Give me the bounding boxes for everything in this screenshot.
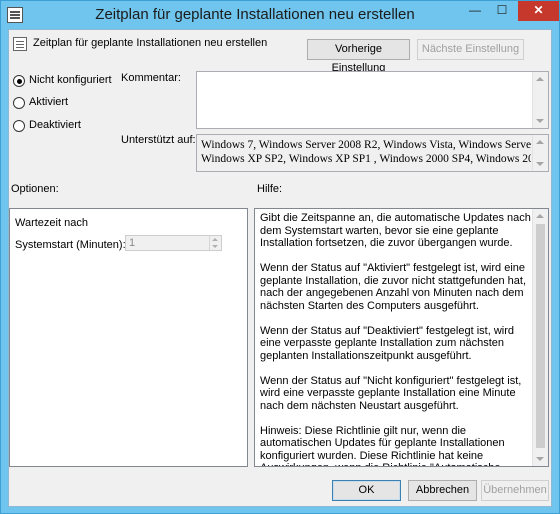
help-label: Hilfe: [257,183,283,195]
supported-scrollbar[interactable] [532,135,548,171]
policy-icon [7,7,23,23]
scroll-down-icon[interactable] [536,162,544,166]
title-bar[interactable]: Zeitplan für geplante Installationen neu… [1,1,559,29]
chevron-up-icon [212,238,218,241]
help-paragraph: Gibt die Zeitspanne an, die automatische… [260,212,531,249]
options-label: Optionen: [11,183,59,195]
chevron-down-icon [212,245,218,248]
help-paragraph: Hinweis: Diese Richtlinie gilt nur, wenn… [260,424,505,467]
setting-icon [13,37,27,51]
help-panel: Gibt die Zeitspanne an, die automatische… [254,208,549,467]
label-enabled: Aktiviert [29,96,69,108]
scroll-down-icon[interactable] [536,119,544,123]
close-button[interactable]: ✕ [518,1,559,21]
restart-minutes-value: 1 [129,237,136,249]
scroll-down-icon[interactable] [536,457,544,461]
options-panel: Wartezeit nach Systemstart (Minuten): 1 [9,208,248,467]
restart-minutes-label: Systemstart (Minuten): [15,239,126,251]
comment-scrollbar[interactable] [532,72,548,128]
help-text: Gibt die Zeitspanne an, die automatische… [260,212,532,467]
supported-line-2: Windows XP SP2, Windows XP SP1 , Windows… [201,153,531,165]
supported-line-1: Windows 7, Windows Server 2008 R2, Windo… [201,139,531,151]
radio-disabled[interactable] [13,120,25,132]
scroll-up-icon[interactable] [536,77,544,81]
label-not-configured: Nicht konfiguriert [29,74,112,86]
ok-button[interactable]: OK [332,480,401,501]
window-title: Zeitplan für geplante Installationen neu… [95,6,415,23]
cancel-button[interactable]: Abbrechen [408,480,477,501]
help-scrollbar[interactable] [532,209,548,466]
radio-not-configured[interactable] [13,75,25,87]
label-disabled: Deaktiviert [29,119,81,131]
policy-name: Zeitplan für geplante Installationen neu… [33,37,268,49]
comment-label: Kommentar: [121,72,181,84]
scroll-up-icon[interactable] [536,140,544,144]
radio-enabled[interactable] [13,97,25,109]
stepper-down-button[interactable] [209,243,221,250]
maximize-button[interactable]: ☐ [489,1,515,21]
stepper-up-button[interactable] [209,236,221,243]
minimize-button[interactable]: — [462,1,488,21]
restart-minutes-stepper[interactable]: 1 [125,235,222,251]
scroll-up-icon[interactable] [536,214,544,218]
help-scroll-thumb[interactable] [536,224,545,448]
dialog-window: Zeitplan für geplante Installationen neu… [0,0,560,514]
apply-button[interactable]: Übernehmen [481,480,549,501]
supported-field[interactable]: Windows 7, Windows Server 2008 R2, Windo… [196,134,549,172]
next-setting-button[interactable]: Nächste Einstellung [417,39,524,60]
help-paragraph: Wenn der Status auf "Aktiviert" festgele… [260,262,527,312]
help-paragraph: Wenn der Status auf "Nicht konfiguriert"… [260,374,522,412]
supported-label: Unterstützt auf: [121,134,196,146]
wait-group-title: Wartezeit nach [15,217,88,229]
comment-field[interactable] [196,71,549,129]
previous-setting-button[interactable]: Vorherige Einstellung [307,39,410,74]
dialog-client: Zeitplan für geplante Installationen neu… [8,29,552,507]
help-paragraph: Wenn der Status auf "Deaktiviert" festge… [260,324,514,362]
